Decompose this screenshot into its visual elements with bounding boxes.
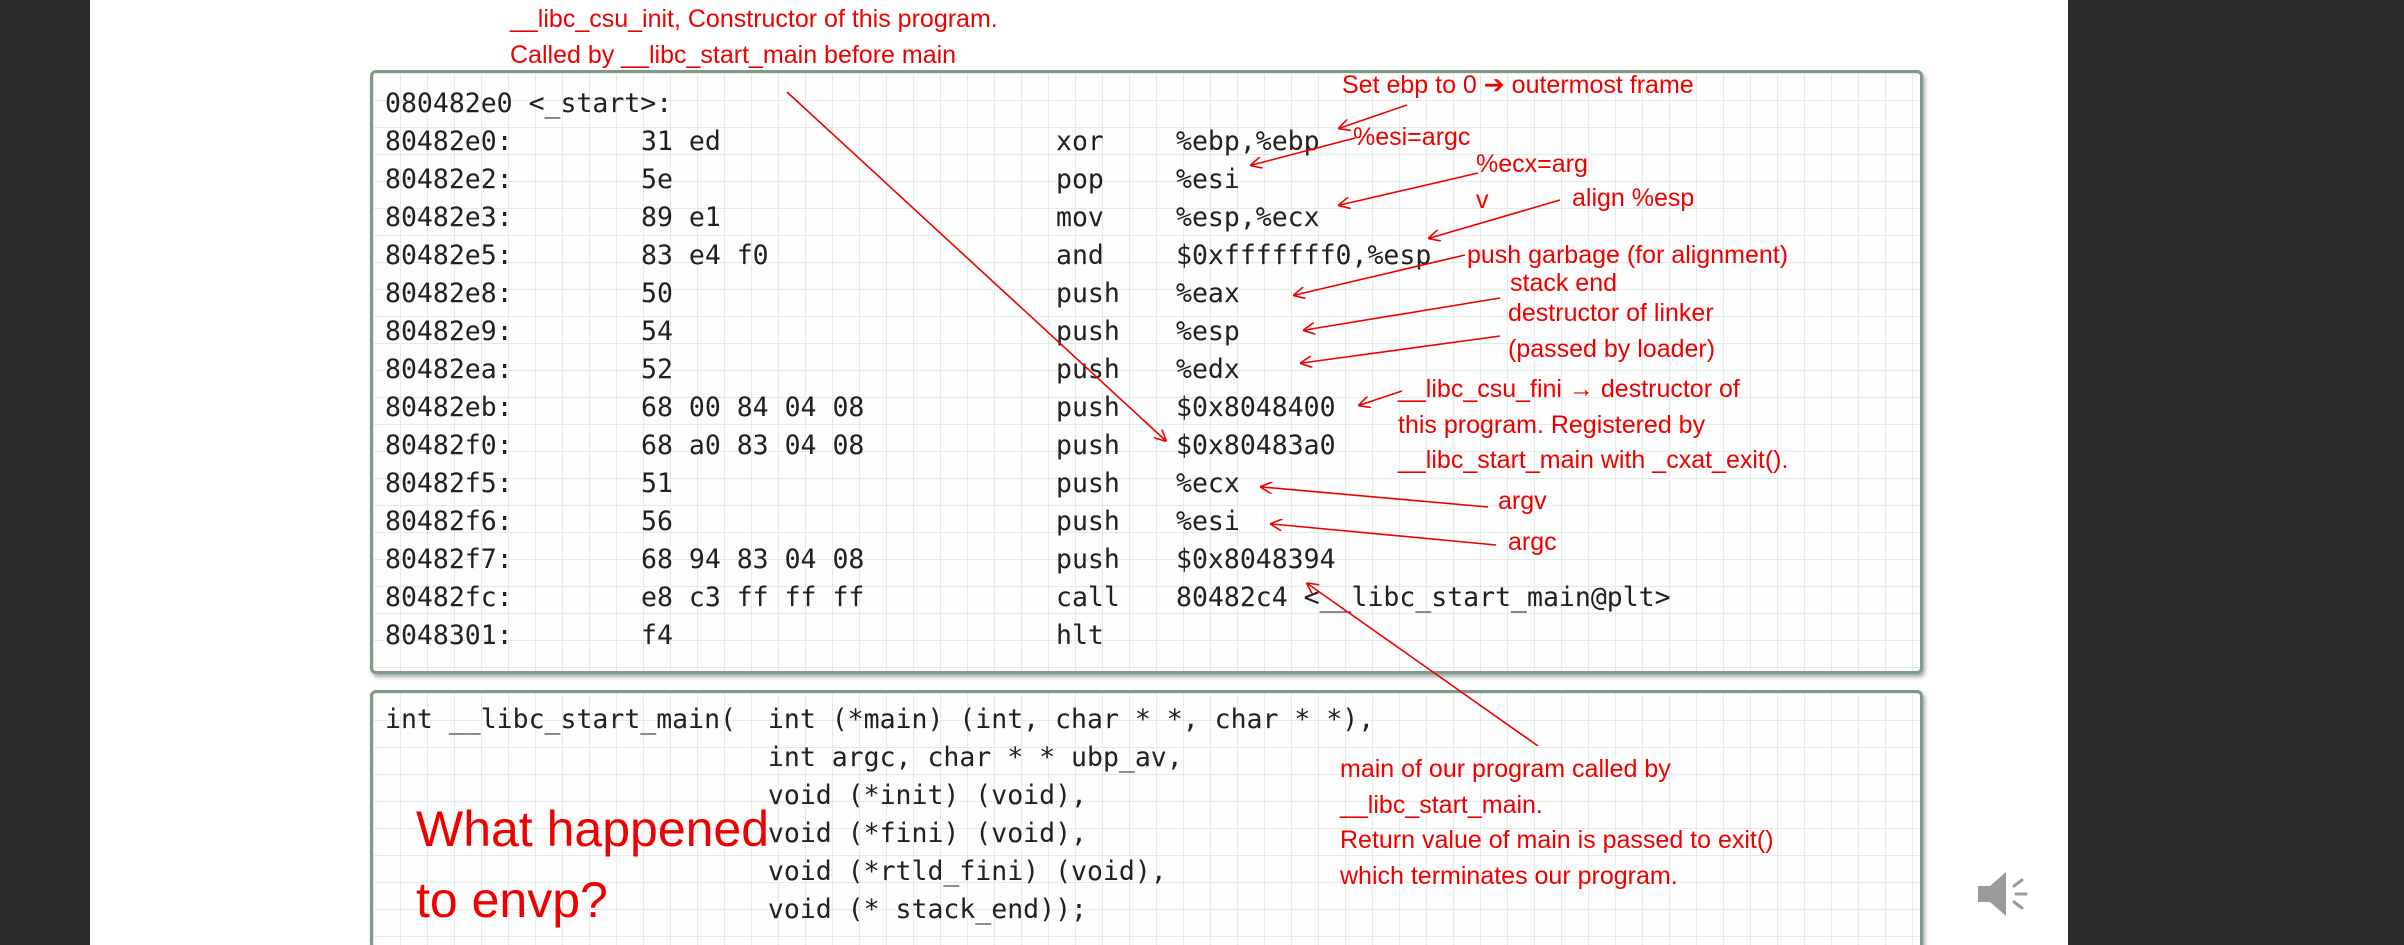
asm-addr: 80482f0:	[385, 430, 513, 461]
csu-init-annotation: __libc_csu_init, Constructor of this pro…	[510, 5, 998, 69]
asm-addr: 80482e9:	[385, 316, 513, 347]
asm-bytes: 68 00 84 04 08	[641, 392, 865, 423]
asm-addr: 80482f7:	[385, 544, 513, 575]
asm-op: push	[1056, 354, 1120, 385]
asm-addr: 80482fc:	[385, 582, 513, 613]
asm-addr: 80482e0:	[385, 126, 513, 157]
asm-args: %eax	[1176, 278, 1240, 309]
asm-bytes: 51	[641, 468, 673, 499]
declaration-line: int argc, char * * ubp_av,	[385, 742, 1183, 773]
asm-addr: 80482f6:	[385, 506, 513, 537]
asm-addr: 80482ea:	[385, 354, 513, 385]
asm-addr: 8048301:	[385, 620, 513, 651]
asm-op: call	[1056, 582, 1120, 613]
asm-addr: 80482e5:	[385, 240, 513, 271]
disassembly-header: 080482e0 <_start>:	[385, 88, 673, 119]
asm-op: and	[1056, 240, 1104, 271]
asm-bytes: 56	[641, 506, 673, 537]
asm-addr: 80482e8:	[385, 278, 513, 309]
argc-annotation: argc	[1508, 528, 1557, 556]
ebp-annotation: Set ebp to 0 ➔ outermost frame	[1342, 71, 1694, 99]
esi-annotation: %esi=argc	[1353, 123, 1471, 151]
align-annotation: align %esp	[1572, 184, 1695, 212]
asm-bytes: e8 c3 ff ff ff	[641, 582, 865, 613]
argv-annotation: argv	[1498, 487, 1547, 515]
asm-args: %ecx	[1176, 468, 1240, 499]
asm-op: push	[1056, 506, 1120, 537]
asm-addr: 80482f5:	[385, 468, 513, 499]
asm-op: xor	[1056, 126, 1104, 157]
asm-bytes: 50	[641, 278, 673, 309]
asm-op: push	[1056, 430, 1120, 461]
asm-args: %esi	[1176, 506, 1240, 537]
asm-op: pop	[1056, 164, 1104, 195]
asm-args: $0x8048400	[1176, 392, 1336, 423]
main-annotation: main of our program called by __libc_sta…	[1340, 755, 1774, 890]
asm-bytes: 31 ed	[641, 126, 721, 157]
asm-bytes: 83 e4 f0	[641, 240, 769, 271]
asm-args: %esi	[1176, 164, 1240, 195]
envp-question: What happened to envp?	[416, 801, 770, 928]
asm-addr: 80482eb:	[385, 392, 513, 423]
asm-bytes: 89 e1	[641, 202, 721, 233]
asm-args: %edx	[1176, 354, 1240, 385]
asm-op: push	[1056, 468, 1120, 499]
asm-args: $0xfffffff0,%esp	[1176, 240, 1432, 271]
asm-op: push	[1056, 278, 1120, 309]
asm-bytes: 5e	[641, 164, 673, 195]
speaker-volume-icon[interactable]	[1970, 862, 2034, 926]
asm-args: %ebp,%ebp	[1176, 126, 1320, 157]
asm-bytes: 68 94 83 04 08	[641, 544, 865, 575]
asm-bytes: 68 a0 83 04 08	[641, 430, 865, 461]
asm-bytes: 54	[641, 316, 673, 347]
linker-annotation: destructor of linker (passed by loader)	[1508, 299, 1716, 363]
asm-args: $0x80483a0	[1176, 430, 1336, 461]
asm-addr: 80482e2:	[385, 164, 513, 195]
csu-fini-annotation: __libc_csu_fini → destructor of this pro…	[1398, 375, 1789, 474]
asm-op: push	[1056, 392, 1120, 423]
asm-args: 80482c4 <__libc_start_main@plt>	[1176, 582, 1671, 613]
asm-args: %esp	[1176, 316, 1240, 347]
asm-op: hlt	[1056, 620, 1104, 651]
asm-addr: 80482e3:	[385, 202, 513, 233]
asm-args: %esp,%ecx	[1176, 202, 1320, 233]
declaration-line: int __libc_start_main( int (*main) (int,…	[385, 704, 1375, 735]
asm-op: push	[1056, 316, 1120, 347]
asm-op: push	[1056, 544, 1120, 575]
asm-bytes: 52	[641, 354, 673, 385]
asm-bytes: f4	[641, 620, 673, 651]
slide: 080482e0 <_start>: 80482e0: 31 ed xor %ebp,…	[90, 0, 2068, 945]
asm-op: mov	[1056, 202, 1104, 233]
asm-args: $0x8048394	[1176, 544, 1336, 575]
